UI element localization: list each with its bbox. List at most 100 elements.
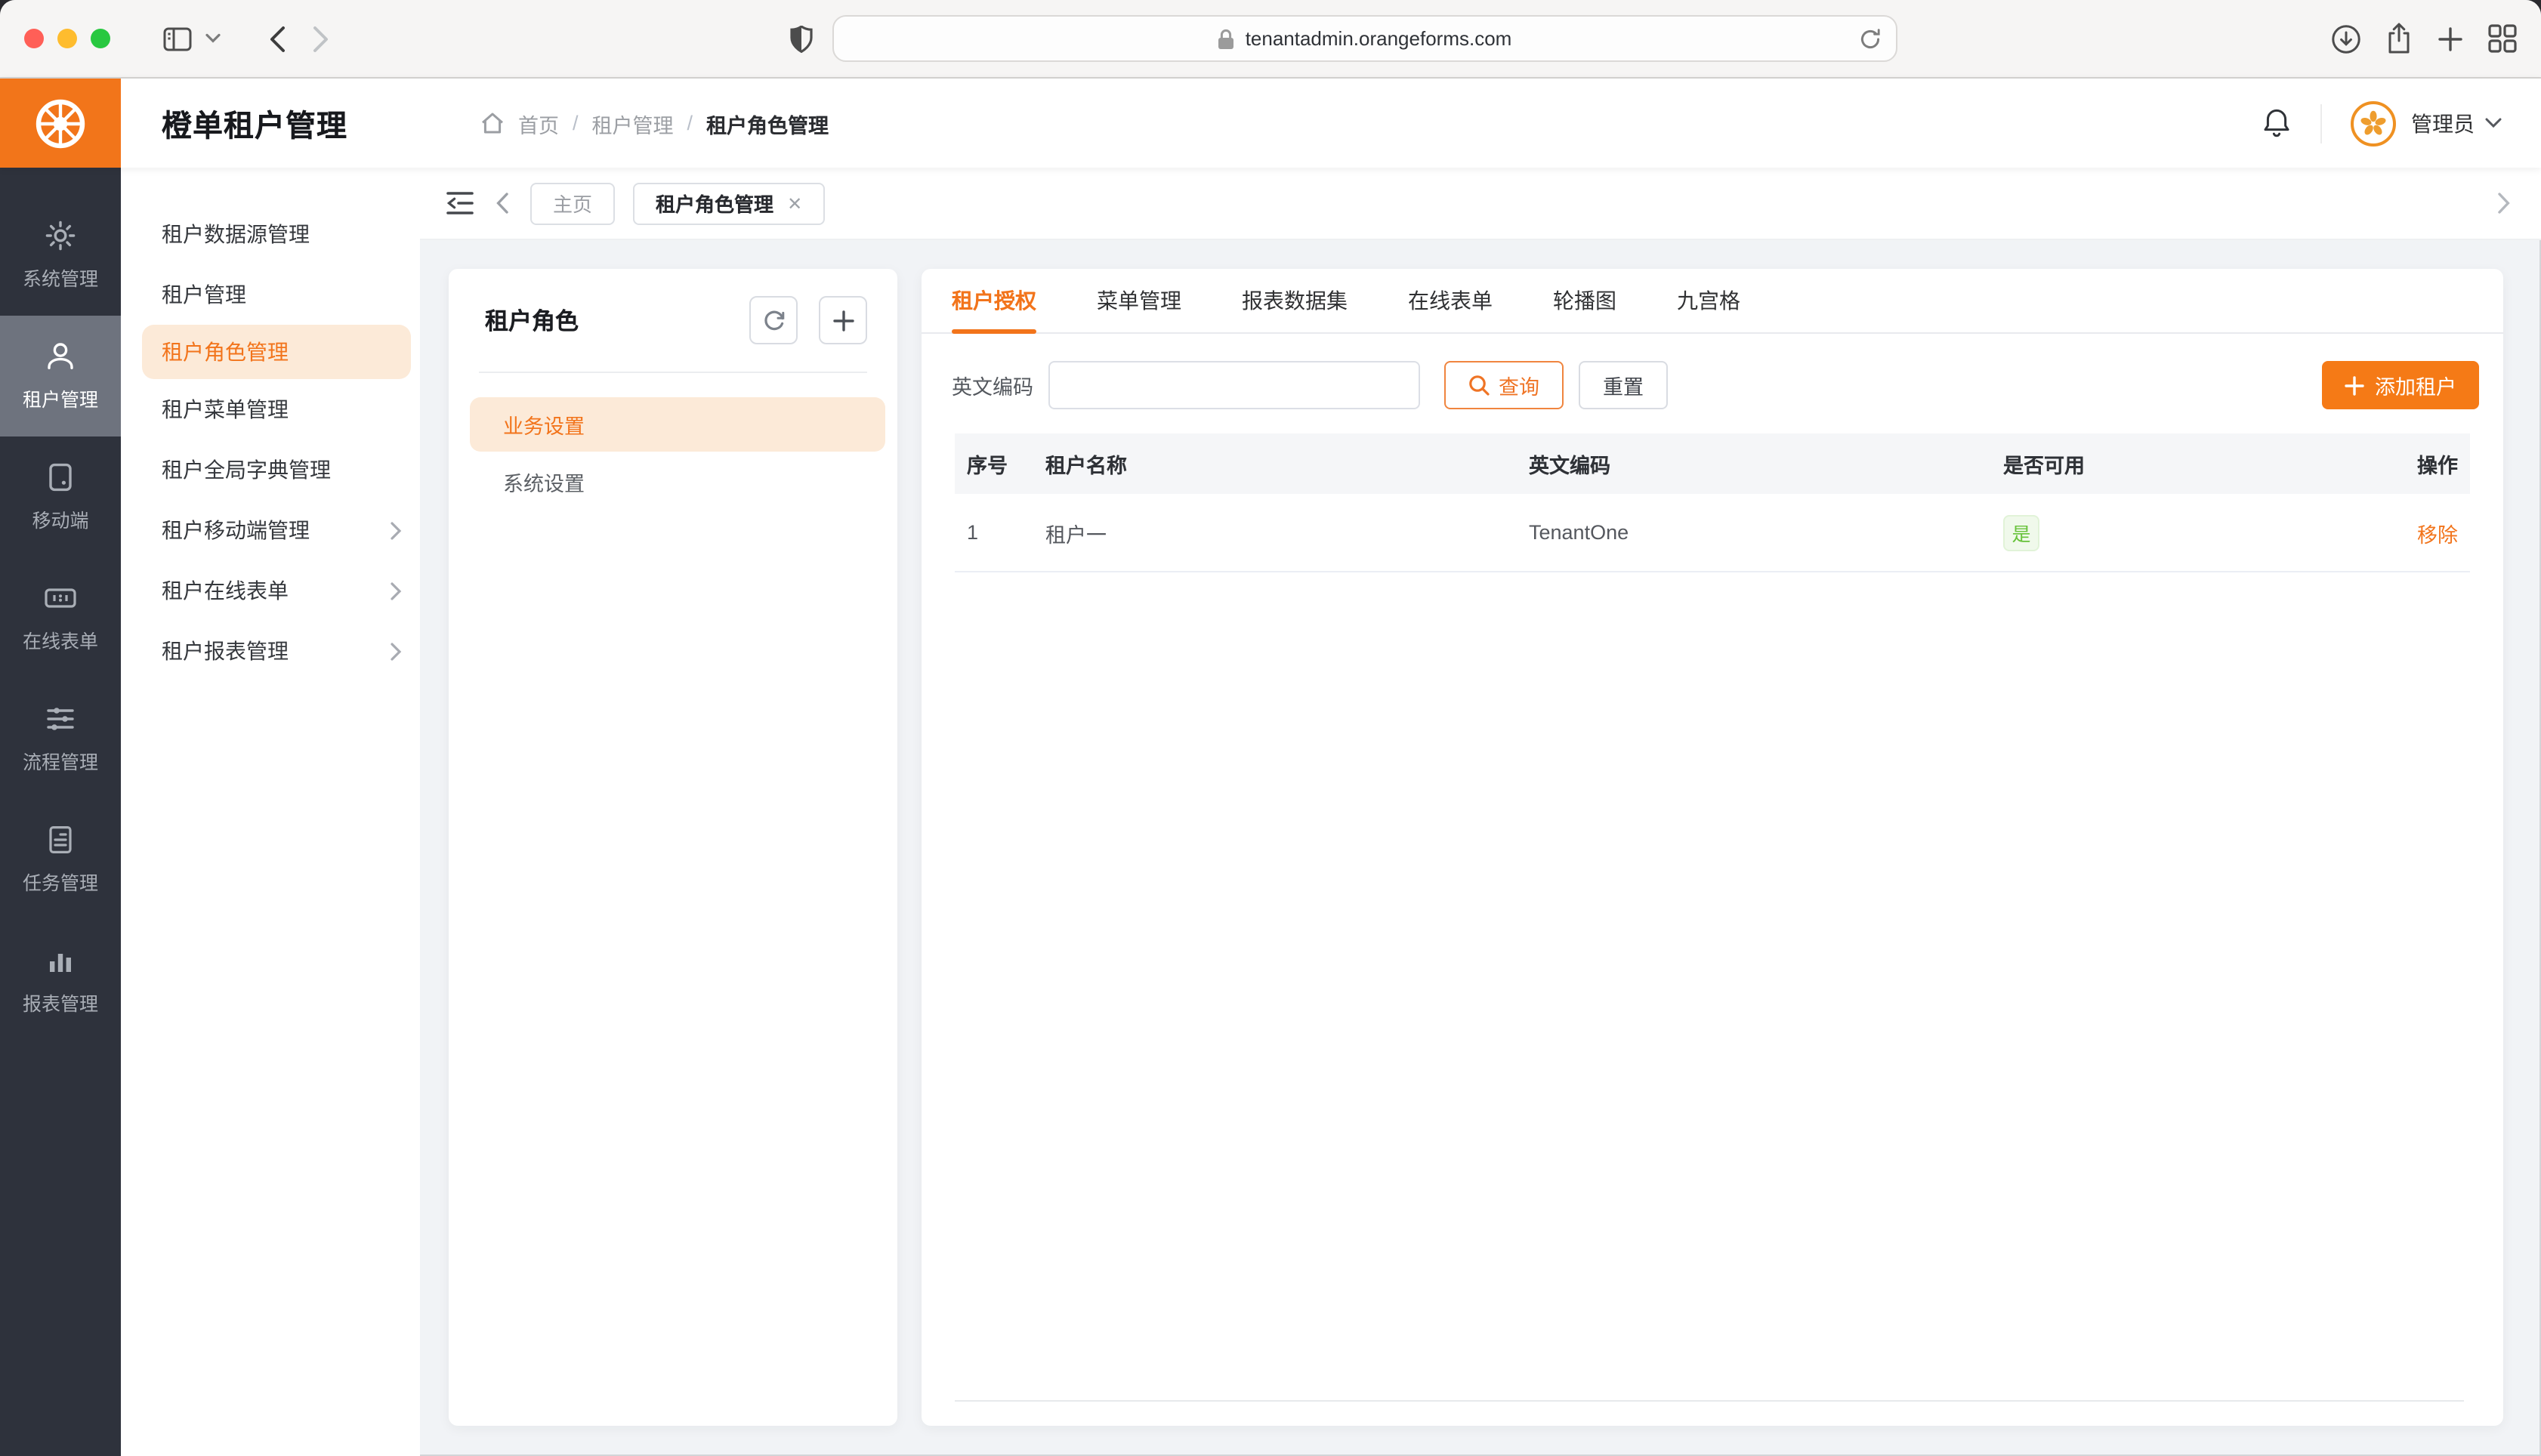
window-controls [24,29,110,48]
orange-wheel-icon [29,91,92,155]
bar-chart-icon [44,944,77,977]
sidebar-item-system-mgmt[interactable]: 系统管理 [0,195,121,316]
sliders-icon [44,702,77,736]
refresh-icon [762,309,785,332]
user-chevron-down-icon[interactable] [2485,118,2502,128]
close-window-button[interactable] [24,29,44,48]
panel-footer-divider [955,1400,2464,1402]
tab-grid-nine[interactable]: 九宫格 [1677,269,1740,332]
tab-home[interactable]: 主页 [530,182,615,224]
app-header-row: 橙单租户管理 首页 / 租户管理 / 租户角色管理 [0,79,2541,168]
tenant-table: 序号 租户名称 英文编码 是否可用 操作 1 租户一 TenantOne 是 移… [955,433,2470,572]
gear-icon [44,219,77,252]
status-badge: 是 [2003,514,2039,551]
secondary-sidebar: 租户数据源管理 租户管理 租户角色管理 租户菜单管理 租户全局字典管理 租户移动… [121,168,420,1456]
tabs-scroll-left-icon[interactable] [492,192,512,214]
citrus-avatar-icon [2358,108,2388,138]
cell-tenant-name: 租户一 [1033,517,1517,548]
avatar[interactable] [2351,100,2396,146]
add-tenant-button[interactable]: 添加租户 [2322,361,2479,409]
table-row: 1 租户一 TenantOne 是 移除 [955,494,2470,572]
sidebar-chevron-down-icon[interactable] [205,33,234,44]
menu-fold-icon[interactable] [446,190,474,216]
zoom-window-button[interactable] [91,29,110,48]
search-toolbar: 英文编码 查询 重置 添加租户 [922,334,2503,409]
submenu-item-datasource[interactable]: 租户数据源管理 [121,204,420,264]
primary-sidebar: 系统管理 租户管理 移动端 在线表单 流程管理 任务管理 [0,168,121,1456]
tab-tenant-auth[interactable]: 租户授权 [952,269,1036,332]
english-code-input[interactable] [1048,361,1420,409]
sidebar-item-process-mgmt[interactable]: 流程管理 [0,678,121,799]
forward-button[interactable] [299,25,343,52]
tab-overview-icon[interactable] [2488,24,2517,53]
tabs-scroll-right-icon[interactable] [2497,192,2511,214]
table-header-row: 序号 租户名称 英文编码 是否可用 操作 [955,433,2470,494]
panel-title: 租户角色 [485,304,579,337]
tab-report-dataset[interactable]: 报表数据集 [1242,269,1348,332]
submenu-item-global-dict[interactable]: 租户全局字典管理 [121,440,420,500]
chevron-right-icon [390,581,402,600]
submenu-item-online-form[interactable]: 租户在线表单 [121,560,420,621]
page-title: 橙单租户管理 [162,101,347,145]
breadcrumb-current: 租户角色管理 [706,108,829,138]
plus-icon [2345,375,2364,395]
sidebar-item-mobile[interactable]: 移动端 [0,436,121,557]
page-tabstrip: 主页 租户角色管理 ✕ [420,168,2541,240]
lock-icon [1218,28,1235,49]
cell-english-code: TenantOne [1517,521,1991,544]
share-icon[interactable] [2385,23,2413,54]
mobile-device-icon [44,461,77,494]
remove-link[interactable]: 移除 [2417,523,2458,546]
tab-carousel[interactable]: 轮播图 [1553,269,1616,332]
search-icon [1468,375,1490,396]
role-item-business-settings[interactable]: 业务设置 [470,397,885,452]
close-tab-icon[interactable]: ✕ [787,194,802,212]
tab-online-form[interactable]: 在线表单 [1408,269,1493,332]
sidebar-toggle-icon[interactable] [150,26,205,51]
reload-icon[interactable] [1860,28,1881,49]
notification-bell-icon[interactable] [2262,107,2292,139]
new-tab-icon[interactable] [2437,25,2464,52]
person-icon [44,340,77,373]
minimize-window-button[interactable] [57,29,77,48]
breadcrumb: 首页 / 租户管理 / 租户角色管理 [480,108,829,138]
submenu-item-tenant-role[interactable]: 租户角色管理 [142,325,411,379]
sidebar-item-online-form[interactable]: 在线表单 [0,557,121,678]
breadcrumb-tenant-mgmt[interactable]: 租户管理 [592,108,674,138]
back-button[interactable] [255,25,299,52]
user-name[interactable]: 管理员 [2411,108,2475,138]
tab-tenant-role-mgmt[interactable]: 租户角色管理 ✕ [633,182,825,224]
submenu-item-tenant[interactable]: 租户管理 [121,264,420,325]
add-role-button[interactable] [819,296,867,344]
app-logo[interactable] [0,79,121,168]
browser-toolbar: tenantadmin.orangeforms.com [0,0,2541,79]
cell-index: 1 [955,521,1033,544]
detail-tabs: 租户授权 菜单管理 报表数据集 在线表单 轮播图 九宫格 [922,269,2503,334]
sidebar-item-report-mgmt[interactable]: 报表管理 [0,920,121,1041]
url-text: tenantadmin.orangeforms.com [1246,27,1512,50]
form-icon [42,581,79,615]
chevron-right-icon [390,641,402,661]
sidebar-item-tenant-mgmt[interactable]: 租户管理 [0,316,121,436]
home-icon [480,112,505,134]
privacy-shield-icon[interactable] [777,25,826,52]
tab-menu-mgmt[interactable]: 菜单管理 [1097,269,1181,332]
breadcrumb-home[interactable]: 首页 [518,108,559,138]
sidebar-item-task-mgmt[interactable]: 任务管理 [0,799,121,920]
role-item-system-settings[interactable]: 系统设置 [470,455,885,509]
reset-button[interactable]: 重置 [1579,361,1668,409]
tenant-role-panel: 租户角色 业务设置 系统设置 [449,269,897,1426]
submenu-item-report[interactable]: 租户报表管理 [121,621,420,681]
refresh-button[interactable] [749,296,798,344]
submenu-item-mobile-mgmt[interactable]: 租户移动端管理 [121,500,420,560]
browser-window: tenantadmin.orangeforms.com [0,0,2541,1456]
query-button[interactable]: 查询 [1444,361,1564,409]
tenant-detail-panel: 租户授权 菜单管理 报表数据集 在线表单 轮播图 九宫格 英文编码 查询 [922,269,2503,1426]
plus-icon [832,309,854,332]
downloads-icon[interactable] [2331,23,2361,54]
submenu-item-tenant-menu[interactable]: 租户菜单管理 [121,379,420,440]
task-document-icon [44,823,77,856]
search-field-label: 英文编码 [952,370,1033,400]
address-bar[interactable]: tenantadmin.orangeforms.com [832,15,1897,62]
app-header: 橙单租户管理 首页 / 租户管理 / 租户角色管理 [121,79,2541,168]
